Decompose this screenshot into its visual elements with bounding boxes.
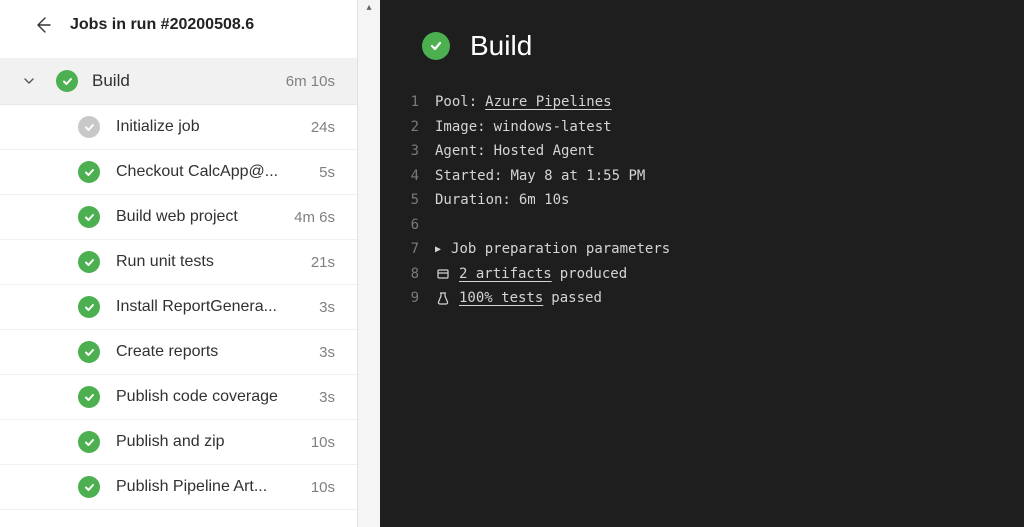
log-line: 8 2 artifacts produced <box>380 262 1024 287</box>
step-item[interactable]: Publish code coverage 3s <box>0 375 357 420</box>
log-line: 5Duration: 6m 10s <box>380 188 1024 213</box>
log-value: 6m 10s <box>519 188 570 213</box>
log-value: windows-latest <box>494 115 612 140</box>
flask-icon <box>435 290 451 306</box>
step-item[interactable]: Run unit tests 21s <box>0 240 357 285</box>
sidebar-header: Jobs in run #20200508.6 <box>0 0 357 58</box>
job-group-build[interactable]: Build 6m 10s <box>0 58 357 105</box>
step-name: Publish Pipeline Art... <box>116 478 301 496</box>
log-suffix: produced <box>560 262 627 287</box>
check-icon <box>78 296 100 318</box>
step-item[interactable]: Build web project 4m 6s <box>0 195 357 240</box>
scroll-up-icon[interactable]: ▴ <box>366 2 371 13</box>
step-name: Build web project <box>116 208 284 226</box>
job-name: Build <box>92 71 286 91</box>
scrollbar[interactable]: ▴ <box>358 0 380 527</box>
log-label: Duration: <box>435 188 511 213</box>
check-icon <box>78 476 100 498</box>
log-line: 6 <box>380 213 1024 238</box>
log-value: Job preparation parameters <box>451 237 670 262</box>
log-label: Started: <box>435 164 502 189</box>
check-icon <box>78 431 100 453</box>
step-duration: 4m 6s <box>294 209 335 226</box>
check-icon <box>78 386 100 408</box>
log-label: Pool: <box>435 90 477 115</box>
log-output: 1Pool: Azure Pipelines 2Image: windows-l… <box>380 90 1024 311</box>
step-item[interactable]: Publish Pipeline Art... 10s <box>0 465 357 510</box>
detail-pane: Build 1Pool: Azure Pipelines 2Image: win… <box>380 0 1024 527</box>
check-icon <box>78 251 100 273</box>
log-line: 9 100% tests passed <box>380 286 1024 311</box>
step-name: Create reports <box>116 343 309 361</box>
detail-header: Build <box>380 0 1024 90</box>
log-label: Image: <box>435 115 486 140</box>
log-line: 1Pool: Azure Pipelines <box>380 90 1024 115</box>
expand-triangle-icon: ▶ <box>435 241 441 259</box>
check-icon <box>78 161 100 183</box>
jobs-sidebar: Jobs in run #20200508.6 Build 6m 10s Ini… <box>0 0 358 527</box>
step-item[interactable]: Install ReportGenera... 3s <box>0 285 357 330</box>
step-name: Checkout CalcApp@... <box>116 163 309 181</box>
log-suffix: passed <box>551 286 602 311</box>
step-name: Initialize job <box>116 118 301 136</box>
artifact-icon <box>435 266 451 282</box>
step-item[interactable]: Publish and zip 10s <box>0 420 357 465</box>
step-name: Run unit tests <box>116 253 301 271</box>
check-icon <box>78 206 100 228</box>
check-icon <box>56 70 78 92</box>
check-icon <box>78 341 100 363</box>
step-duration: 10s <box>311 479 335 496</box>
log-line: 3Agent: Hosted Agent <box>380 139 1024 164</box>
step-duration: 5s <box>319 164 335 181</box>
step-duration: 3s <box>319 389 335 406</box>
step-duration: 24s <box>311 119 335 136</box>
log-line-expandable[interactable]: 7▶Job preparation parameters <box>380 237 1024 262</box>
log-value: May 8 at 1:55 PM <box>510 164 645 189</box>
artifacts-link[interactable]: 2 artifacts <box>459 262 552 287</box>
step-name: Install ReportGenera... <box>116 298 309 316</box>
step-item[interactable]: Initialize job 24s <box>0 105 357 150</box>
check-icon <box>422 32 450 60</box>
back-arrow-icon[interactable] <box>32 14 54 36</box>
pool-link[interactable]: Azure Pipelines <box>485 90 611 115</box>
step-list: Initialize job 24s Checkout CalcApp@... … <box>0 105 357 527</box>
step-item[interactable]: Checkout CalcApp@... 5s <box>0 150 357 195</box>
step-name: Publish code coverage <box>116 388 309 406</box>
check-icon <box>78 116 100 138</box>
sidebar-title: Jobs in run #20200508.6 <box>70 16 254 34</box>
chevron-down-icon <box>20 74 38 88</box>
step-name: Publish and zip <box>116 433 301 451</box>
job-duration: 6m 10s <box>286 73 335 90</box>
detail-title: Build <box>470 30 532 62</box>
step-duration: 3s <box>319 344 335 361</box>
log-value: Hosted Agent <box>494 139 595 164</box>
log-line: 4Started: May 8 at 1:55 PM <box>380 164 1024 189</box>
step-item[interactable]: Create reports 3s <box>0 330 357 375</box>
step-duration: 10s <box>311 434 335 451</box>
tests-link[interactable]: 100% tests <box>459 286 543 311</box>
log-line: 2Image: windows-latest <box>380 115 1024 140</box>
step-duration: 21s <box>311 254 335 271</box>
step-duration: 3s <box>319 299 335 316</box>
log-label: Agent: <box>435 139 486 164</box>
